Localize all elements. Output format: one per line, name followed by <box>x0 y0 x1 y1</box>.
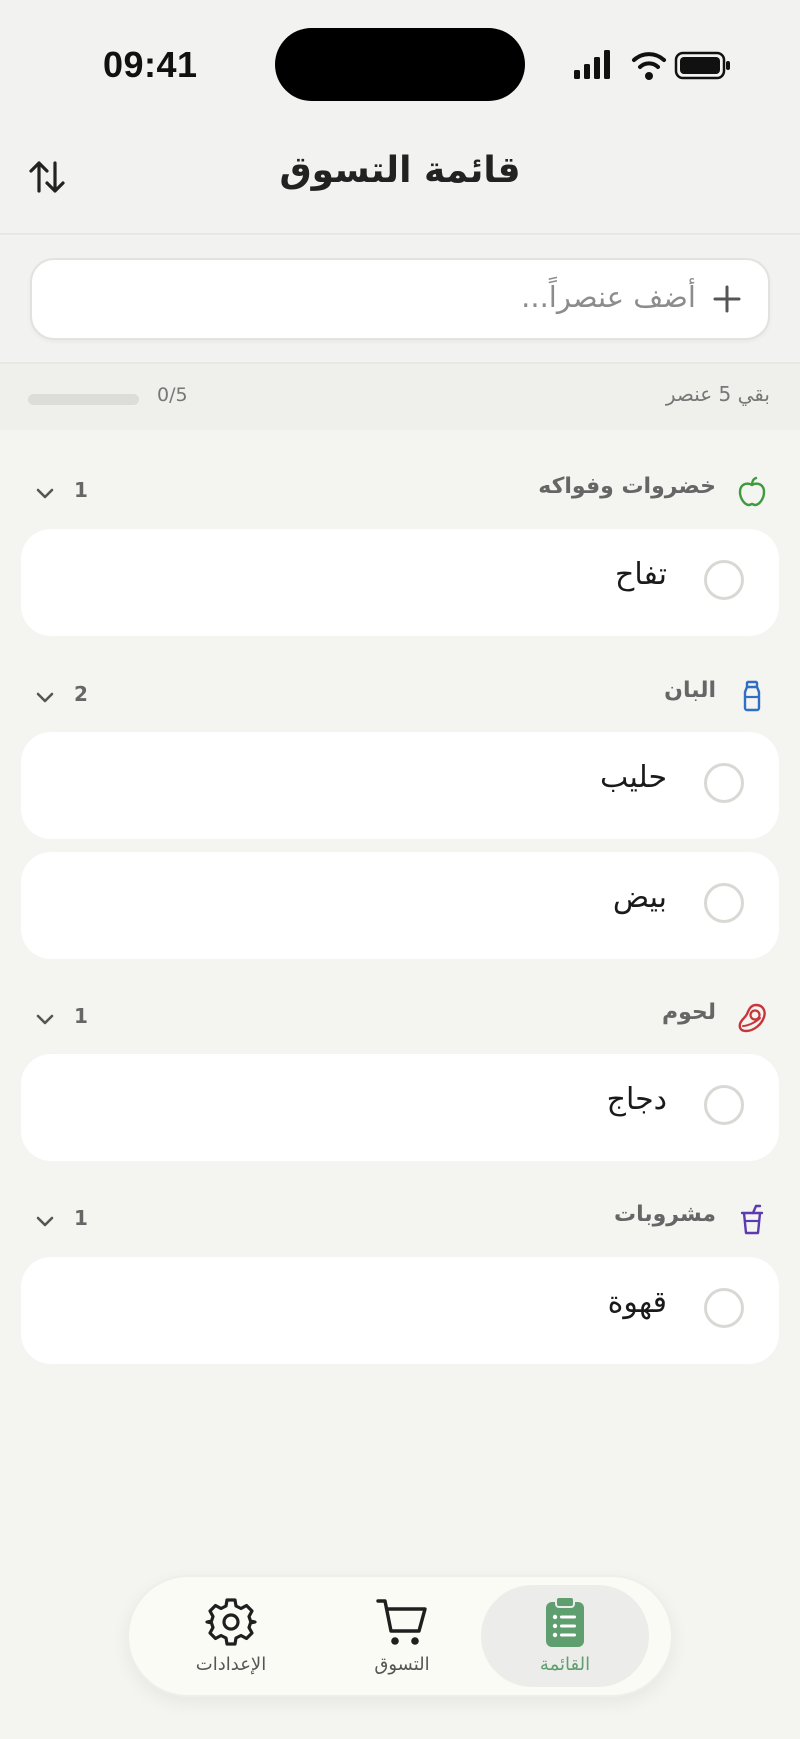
category-name: خضروات وفواكه <box>538 474 716 499</box>
tab-list[interactable]: القائمة <box>481 1585 649 1687</box>
status-bar: 09:41 <box>0 0 800 120</box>
battery-icon <box>674 51 730 80</box>
bottom-tab-bar: القائمة التسوق الإعدادات <box>127 1575 673 1697</box>
tab-label: التسوق <box>374 1654 430 1675</box>
tab-label: الإعدادات <box>195 1654 267 1675</box>
dynamic-island <box>275 28 525 101</box>
category-header-produce[interactable]: خضروات وفواكه 1 <box>0 472 800 512</box>
category-header-meat[interactable]: لحوم 1 <box>0 998 800 1038</box>
item-label: قهوة <box>607 1285 667 1320</box>
status-time: 09:41 <box>103 44 198 85</box>
item-label: بيض <box>612 880 667 915</box>
tab-shopping[interactable]: التسوق <box>318 1585 486 1687</box>
category-count: 1 <box>74 1206 88 1230</box>
item-label: تفاح <box>614 557 667 592</box>
tab-label: القائمة <box>539 1654 591 1675</box>
plus-icon[interactable] <box>712 284 742 314</box>
progress-count: 0/5 <box>157 384 188 406</box>
meat-icon <box>738 1003 766 1033</box>
item-label: دجاج <box>606 1082 667 1117</box>
progress-row: بقي 5 عنصر 0/5 <box>0 364 800 430</box>
item-checkbox[interactable] <box>704 1085 744 1125</box>
tab-settings[interactable]: الإعدادات <box>147 1585 315 1687</box>
category-name: البان <box>664 678 716 703</box>
category-count: 1 <box>74 478 88 502</box>
clipboard-list-icon <box>546 1596 584 1647</box>
sort-arrows-icon[interactable] <box>25 155 69 199</box>
item-checkbox[interactable] <box>704 883 744 923</box>
wifi-icon <box>632 52 666 80</box>
list-item[interactable]: تفاح <box>21 529 779 636</box>
chevron-down-icon[interactable] <box>34 482 56 504</box>
item-label: حليب <box>600 760 667 795</box>
category-count: 2 <box>74 682 88 706</box>
drink-cup-icon <box>740 1204 764 1235</box>
milk-bottle-icon <box>743 680 761 712</box>
category-count: 1 <box>74 1004 88 1028</box>
chevron-down-icon[interactable] <box>34 1210 56 1232</box>
gear-icon <box>205 1598 257 1646</box>
category-name: لحوم <box>661 1000 716 1025</box>
category-name: مشروبات <box>614 1202 716 1227</box>
list-item[interactable]: حليب <box>21 732 779 839</box>
status-icons <box>574 50 730 80</box>
apple-icon <box>738 476 766 507</box>
page-title: قائمة التسوق <box>279 150 521 191</box>
signal-icon <box>574 50 610 79</box>
list-item[interactable]: بيض <box>21 852 779 959</box>
list-item[interactable]: قهوة <box>21 1257 779 1364</box>
add-item-placeholder: أضف عنصراً... <box>521 280 696 314</box>
cart-icon <box>376 1599 427 1645</box>
item-checkbox[interactable] <box>704 560 744 600</box>
category-header-dairy[interactable]: البان 2 <box>0 676 800 716</box>
progress-bar <box>28 394 139 405</box>
chevron-down-icon[interactable] <box>34 686 56 708</box>
add-item-input[interactable]: أضف عنصراً... <box>30 258 770 340</box>
chevron-down-icon[interactable] <box>34 1008 56 1030</box>
remaining-count: بقي 5 عنصر <box>665 382 770 406</box>
item-checkbox[interactable] <box>704 763 744 803</box>
list-item[interactable]: دجاج <box>21 1054 779 1161</box>
item-checkbox[interactable] <box>704 1288 744 1328</box>
category-header-drinks[interactable]: مشروبات 1 <box>0 1200 800 1240</box>
